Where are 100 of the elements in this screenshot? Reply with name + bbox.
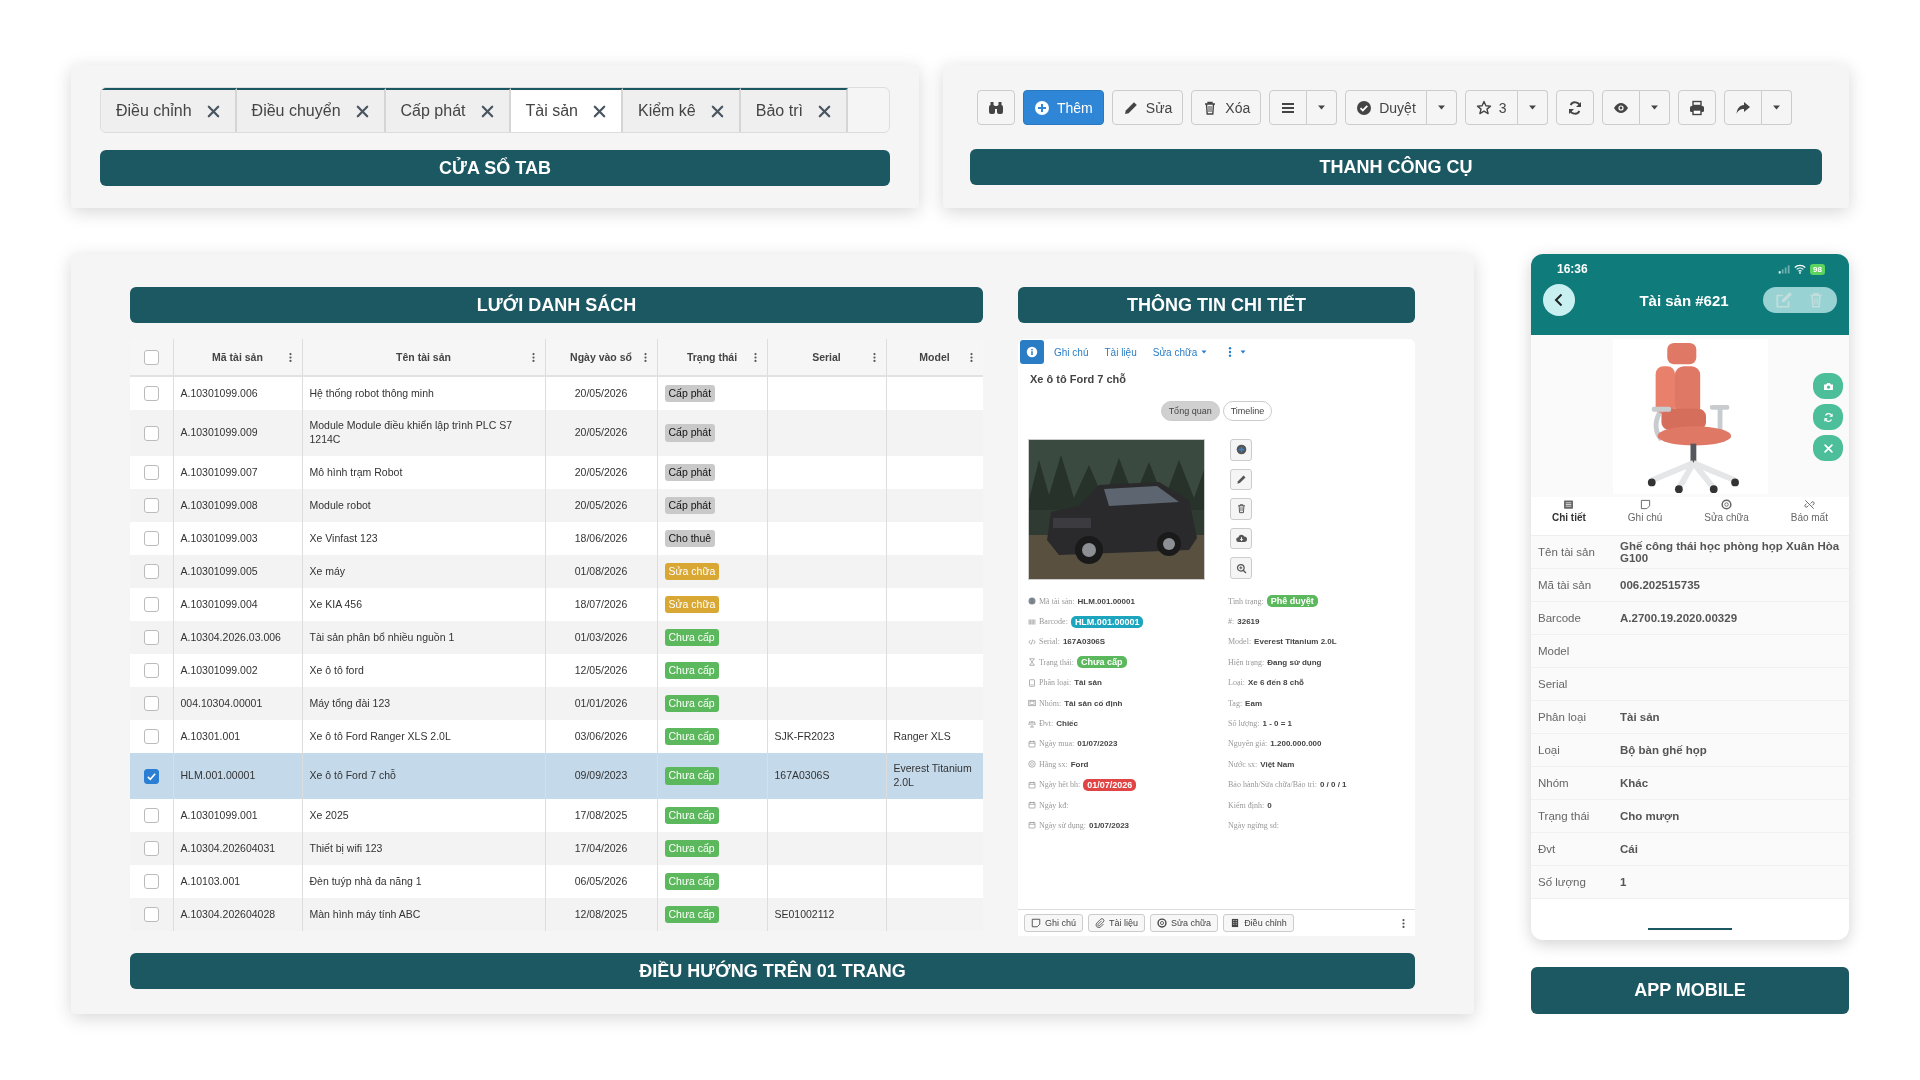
status-badge: Chưa cấp: [664, 694, 719, 713]
app-tab[interactable]: Báo mất: [1786, 497, 1832, 535]
action-button[interactable]: Tài liệu: [1088, 914, 1146, 932]
tab[interactable]: Cấp phát: [385, 88, 511, 132]
row-checkbox[interactable]: [143, 729, 159, 744]
toolbar-button[interactable]: [1555, 90, 1594, 125]
row-checkbox[interactable]: [143, 907, 159, 922]
action-button[interactable]: Sửa chữa: [1150, 914, 1219, 932]
status-badge: Chưa cấp: [664, 872, 719, 891]
info-icon: [1026, 346, 1038, 358]
toolbar-button[interactable]: [1269, 90, 1308, 125]
field-label: Ngày kđ:: [1039, 800, 1069, 810]
app-tab[interactable]: Ghi chú: [1623, 497, 1667, 535]
row-checkbox[interactable]: [143, 841, 159, 856]
column-header[interactable]: Mã tài sản: [212, 351, 263, 363]
link-off-icon: [1803, 499, 1815, 510]
view-toggle[interactable]: Tổng quan: [1160, 401, 1220, 421]
detail-tab[interactable]: Ghi chú: [1048, 340, 1095, 364]
image-action-button[interactable]: [1230, 468, 1252, 491]
toolbar-button[interactable]: [1723, 90, 1762, 125]
table-row[interactable]: A.10301099.008 Module robot 20/05/2026 Cấp phát: [130, 489, 983, 522]
dropdown-button[interactable]: [1426, 90, 1457, 125]
table-row[interactable]: A.10301099.005 Xe máy 01/08/2026 Sửa chữa: [130, 555, 983, 588]
table-cell: A.10301099.007: [180, 465, 258, 478]
field-badge: HLM.001.00001: [1070, 615, 1144, 628]
toolbar-button[interactable]: Sửa: [1111, 90, 1184, 125]
field-value: 167A0306S: [1062, 637, 1106, 647]
table-row[interactable]: HLM.001.00001 Xe ô tô Ford 7 chỗ 09/09/2023 Chưa cấp 167A0306S Everest Titanium 2.0L: [130, 753, 983, 799]
image-action-button[interactable]: [1230, 498, 1252, 520]
table-row[interactable]: A.10301099.009 Module Module điều khiển lập trình PLC S7 1214C 20/05/2026 Cấp phát: [130, 410, 983, 456]
row-checkbox[interactable]: [143, 425, 159, 441]
field-value: HLM.001.00001: [1077, 596, 1135, 606]
app-tab[interactable]: Sửa chữa: [1700, 497, 1753, 535]
tab[interactable]: Kiểm kê: [622, 88, 741, 132]
row-checkbox[interactable]: [143, 808, 159, 823]
row-checkbox[interactable]: [143, 465, 159, 480]
calendar-icon: [1028, 821, 1036, 830]
field-value: Tài sản cố định: [1064, 698, 1123, 708]
row-checkbox[interactable]: [143, 564, 159, 579]
row-checkbox[interactable]: [143, 663, 159, 678]
row-checkbox[interactable]: [143, 874, 159, 889]
caret-icon: [1316, 102, 1328, 113]
property-value: Bộ bàn ghế họp: [1620, 744, 1708, 756]
row-checkbox[interactable]: [143, 630, 159, 645]
edit-button[interactable]: [1775, 291, 1793, 309]
back-button[interactable]: [1543, 284, 1575, 316]
photo-action-button[interactable]: [1813, 435, 1843, 461]
image-action-button[interactable]: [1230, 439, 1252, 461]
row-checkbox[interactable]: [143, 498, 159, 513]
detail-tab[interactable]: Sửa chữa: [1146, 340, 1215, 364]
toolbar-button[interactable]: Xóa: [1191, 90, 1262, 125]
detail-tab[interactable]: Tài liệu: [1098, 340, 1143, 364]
tab[interactable]: Điều chỉnh: [101, 88, 237, 132]
photo-action-button[interactable]: [1813, 404, 1843, 430]
select-all-checkbox[interactable]: [143, 349, 159, 365]
delete-button[interactable]: [1807, 291, 1825, 309]
toolbar-button[interactable]: Thêm: [1023, 90, 1104, 125]
dropdown-button[interactable]: [1517, 90, 1548, 125]
table-cell: A.10301099.008: [180, 498, 258, 511]
view-toggle[interactable]: Timeline: [1222, 401, 1273, 421]
detail-tab[interactable]: [1020, 340, 1044, 364]
table-row[interactable]: A.10304.202604028 Màn hình máy tính ABC 12/08/2025 Chưa cấp SE01002112: [130, 898, 983, 931]
toolbar-button[interactable]: [1601, 90, 1640, 125]
photo-action-button[interactable]: [1813, 373, 1843, 399]
toolbar-button[interactable]: Duyệt: [1345, 90, 1427, 125]
property-value: Tài sản: [1620, 711, 1661, 723]
column-header[interactable]: Model: [919, 351, 950, 363]
action-button[interactable]: Ghi chú: [1024, 914, 1084, 932]
action-button[interactable]: Điều chỉnh: [1223, 914, 1294, 932]
property-label: Trạng thái: [1537, 810, 1591, 822]
column-header[interactable]: Trạng thái: [686, 351, 738, 363]
toolbar-button[interactable]: 3: [1464, 90, 1518, 125]
property-label: Đvt: [1537, 843, 1557, 855]
close-icon: [1822, 442, 1834, 454]
column-header[interactable]: Ngày vào sổ: [570, 351, 632, 363]
column-header[interactable]: Serial: [812, 351, 841, 363]
toolbar-button[interactable]: [1677, 90, 1716, 125]
row-checkbox[interactable]: [143, 597, 159, 612]
image-action-button[interactable]: [1230, 557, 1252, 579]
row-checkbox[interactable]: [143, 768, 159, 784]
table-row[interactable]: A.10304.202604031 Thiết bị wifi 123 17/04/2026 Chưa cấp: [130, 832, 983, 865]
hourglass-icon: [1028, 658, 1036, 667]
row-checkbox[interactable]: [143, 696, 159, 711]
row-checkbox[interactable]: [143, 531, 159, 546]
table-row[interactable]: 004.10304.00001 Máy tổng đài 123 01/01/2026 Chưa cấp: [130, 687, 983, 720]
image-action-button[interactable]: [1230, 527, 1252, 550]
table-row[interactable]: A.10304.2026.03.006 Tài sản phân bổ nhiều nguồn 1 01/03/2026 Chưa cấp: [130, 621, 983, 654]
tab[interactable]: Bảo trì: [740, 88, 848, 132]
app-tab[interactable]: Chi tiết: [1547, 497, 1590, 535]
tab[interactable]: Tài sản: [510, 88, 623, 132]
table-cell: 03/06/2026: [574, 729, 628, 742]
table-cell: 20/05/2026: [574, 426, 628, 439]
close-icon: [479, 103, 495, 119]
field-value: Việt Nam: [1260, 759, 1295, 769]
section-caption: THANH CÔNG CỤ: [970, 149, 1822, 185]
status-badge: Chưa cấp: [664, 727, 719, 746]
tab[interactable]: Điều chuyển: [236, 88, 386, 132]
row-checkbox[interactable]: [143, 386, 159, 401]
toolbar-button[interactable]: [977, 90, 1015, 125]
column-header[interactable]: Tên tài sản: [396, 351, 451, 363]
